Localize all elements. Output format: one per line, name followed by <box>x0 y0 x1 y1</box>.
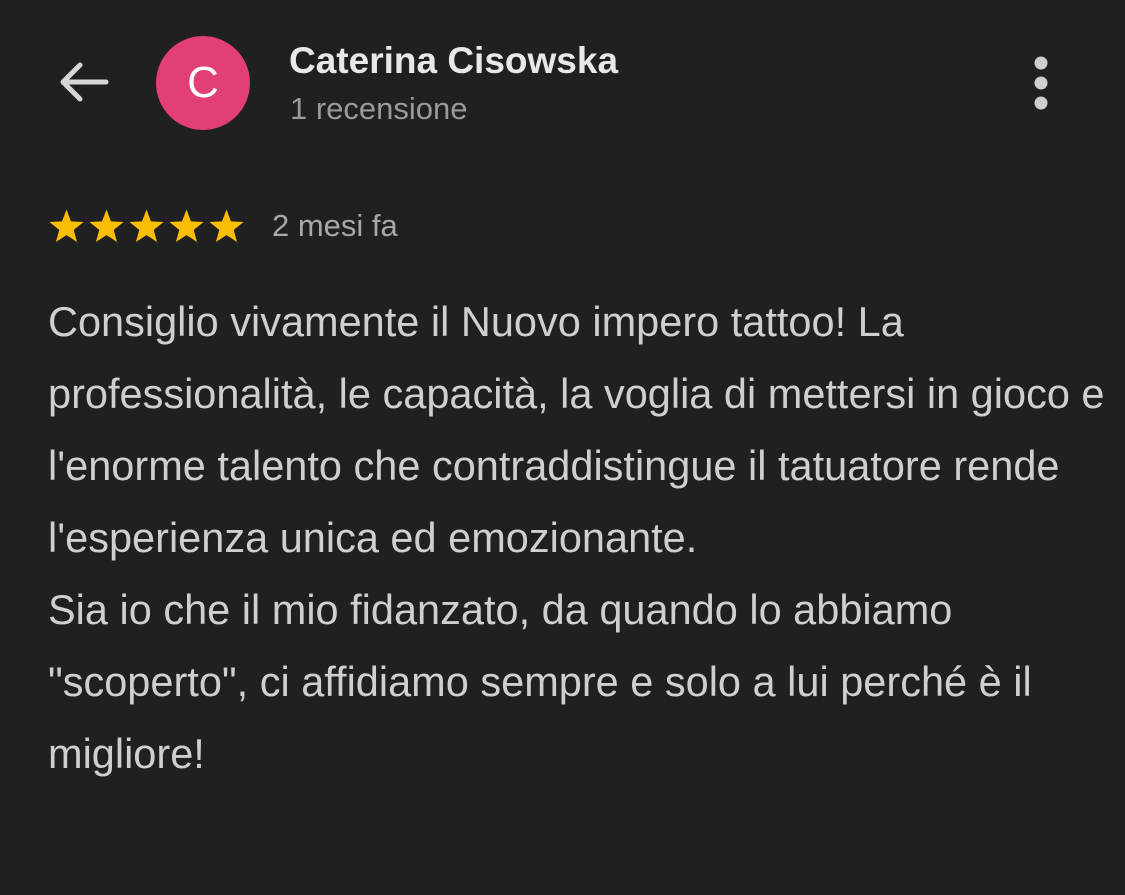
review-date: 2 mesi fa <box>272 208 398 243</box>
star-icon <box>89 209 124 242</box>
rating-row: 2 mesi fa <box>48 206 398 246</box>
arrow-left-icon <box>56 54 112 115</box>
review-paragraph: Sia io che il mio fidanzato, da quando l… <box>48 586 1032 777</box>
reviewer-name[interactable]: Caterina Cisowska <box>289 40 618 82</box>
star-icon <box>129 209 164 242</box>
star-rating <box>48 208 248 245</box>
star-icon <box>169 209 204 242</box>
star-icon <box>49 209 84 242</box>
back-button[interactable] <box>52 52 116 116</box>
review-detail-screen: C Caterina Cisowska 1 recensione 2 mesi … <box>0 0 1125 895</box>
star-icon <box>209 209 244 242</box>
avatar-initial: C <box>187 58 219 107</box>
more-options-button[interactable] <box>1014 55 1068 115</box>
review-count: 1 recensione <box>290 91 468 126</box>
avatar[interactable]: C <box>156 36 250 130</box>
review-paragraph: Consiglio vivamente il Nuovo impero tatt… <box>48 298 1105 561</box>
more-vertical-icon <box>1031 53 1051 118</box>
review-text: Consiglio vivamente il Nuovo impero tatt… <box>48 286 1108 790</box>
